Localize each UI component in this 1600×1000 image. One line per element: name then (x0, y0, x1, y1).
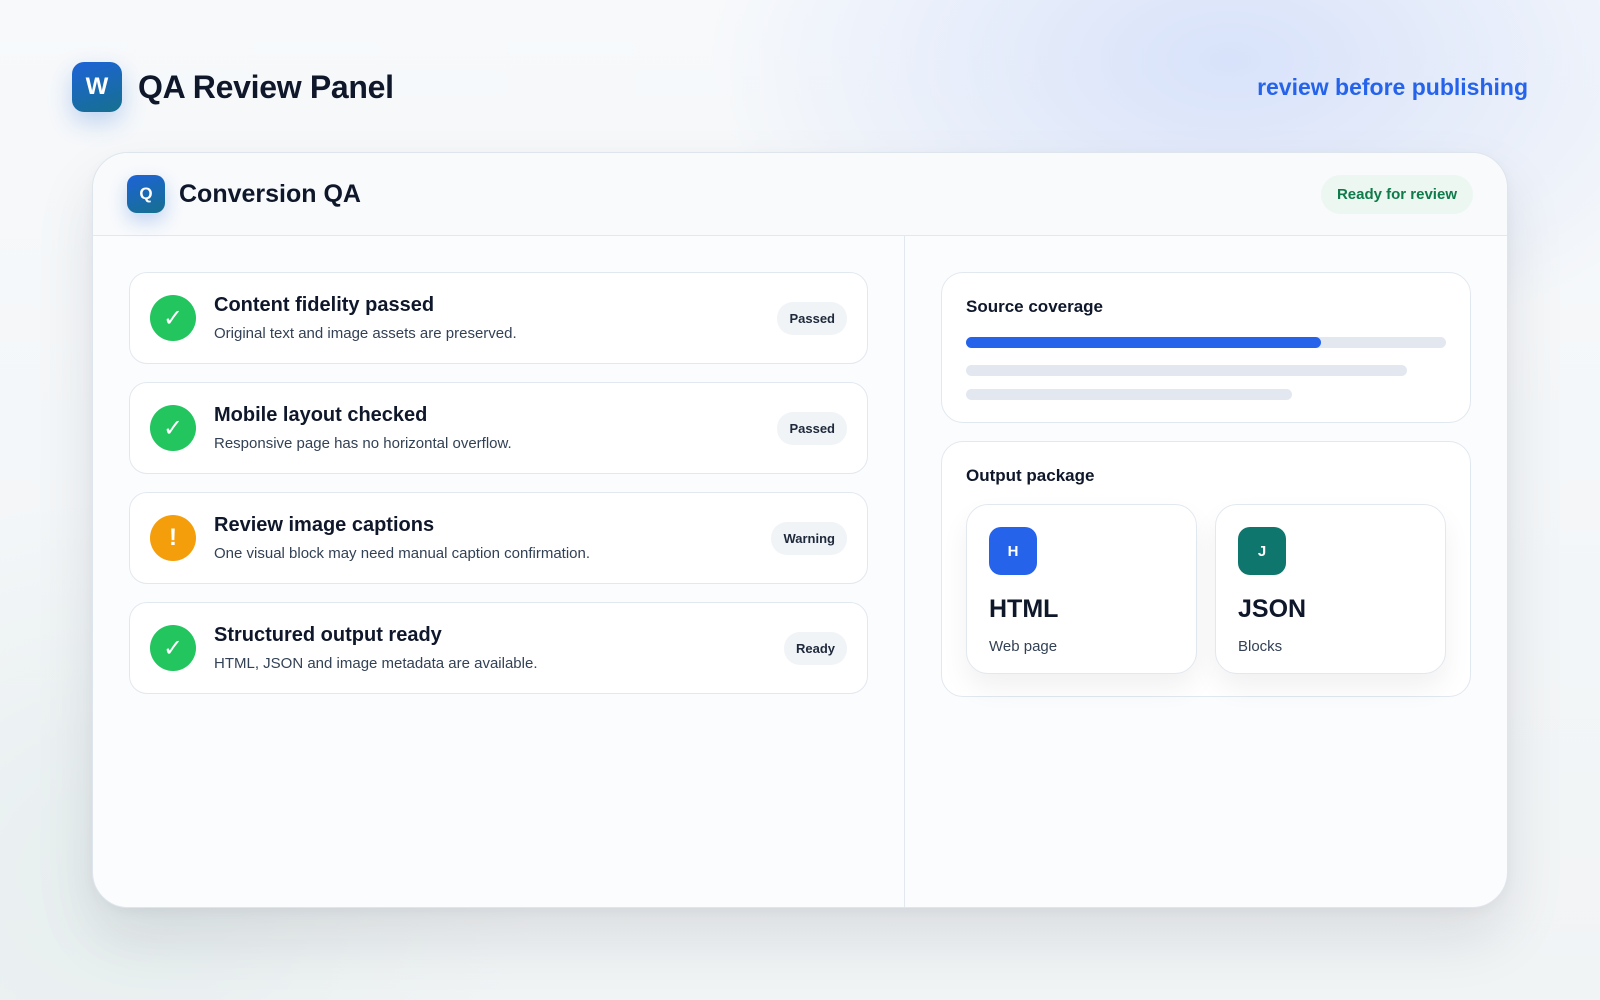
panel-header: Q Conversion QA Ready for review (93, 153, 1507, 236)
source-coverage-card: Source coverage (941, 272, 1471, 423)
check-title: Review image captions (214, 514, 435, 536)
check-description: One visual block may need manual caption… (214, 545, 591, 562)
output-package-card: Output package H HTML Web page J JSON Bl… (941, 441, 1471, 697)
output-name: HTML (989, 595, 1059, 623)
check-title: Content fidelity passed (214, 294, 435, 316)
panel-body: ✓ Content fidelity passed Original text … (93, 236, 1507, 907)
check-title: Mobile layout checked (214, 404, 428, 426)
status-pill: Passed (777, 301, 847, 335)
check-icon: ✓ (150, 625, 196, 671)
check-description: HTML, JSON and image metadata are availa… (214, 655, 538, 672)
coverage-progress-fill (966, 337, 1322, 348)
output-subtitle: Web page (989, 638, 1058, 655)
check-card-mobile-layout[interactable]: ✓ Mobile layout checked Responsive page … (129, 382, 868, 474)
check-icon: ✓ (150, 295, 196, 341)
app-logo: W (72, 62, 122, 112)
check-card-structured-output[interactable]: ✓ Structured output ready HTML, JSON and… (129, 602, 868, 694)
summary-column: Source coverage Output package H HTML We… (905, 236, 1507, 907)
top-header: W QA Review Panel review before publishi… (72, 62, 1528, 112)
checks-list: ✓ Content fidelity passed Original text … (93, 236, 905, 907)
panel-logo: Q (127, 175, 165, 213)
check-description: Original text and image assets are prese… (214, 325, 517, 342)
check-title: Structured output ready (214, 624, 442, 646)
placeholder-bar (966, 389, 1292, 400)
check-card-content-fidelity[interactable]: ✓ Content fidelity passed Original text … (129, 272, 868, 364)
json-icon: J (1238, 527, 1286, 575)
output-items: H HTML Web page J JSON Blocks (966, 504, 1446, 674)
check-card-image-captions[interactable]: ! Review image captions One visual block… (129, 492, 868, 584)
check-text: Review image captions One visual block m… (214, 514, 771, 562)
output-item-json[interactable]: J JSON Blocks (1215, 504, 1446, 674)
check-text: Structured output ready HTML, JSON and i… (214, 624, 784, 672)
status-badge: Ready for review (1320, 174, 1473, 214)
output-subtitle: Blocks (1238, 638, 1283, 655)
check-icon: ✓ (150, 405, 196, 451)
warning-icon: ! (150, 515, 196, 561)
status-pill: Passed (777, 411, 847, 445)
page-title: QA Review Panel (138, 68, 394, 105)
check-text: Content fidelity passed Original text an… (214, 294, 777, 342)
qa-panel: Q Conversion QA Ready for review ✓ Conte… (92, 152, 1508, 908)
panel-title: Conversion QA (179, 179, 361, 208)
output-name: JSON (1238, 595, 1307, 623)
coverage-progress-bar (966, 337, 1446, 348)
check-text: Mobile layout checked Responsive page ha… (214, 404, 777, 452)
tagline: review before publishing (1257, 73, 1528, 100)
status-pill: Ready (783, 631, 847, 665)
brand: W QA Review Panel (72, 62, 394, 112)
placeholder-bar (966, 365, 1407, 376)
output-package-title: Output package (966, 466, 1095, 485)
html-icon: H (989, 527, 1037, 575)
coverage-title: Source coverage (966, 297, 1104, 316)
status-pill: Warning (771, 521, 847, 555)
check-description: Responsive page has no horizontal overfl… (214, 435, 512, 452)
panel-title-group: Q Conversion QA (127, 175, 361, 213)
output-item-html[interactable]: H HTML Web page (966, 504, 1197, 674)
